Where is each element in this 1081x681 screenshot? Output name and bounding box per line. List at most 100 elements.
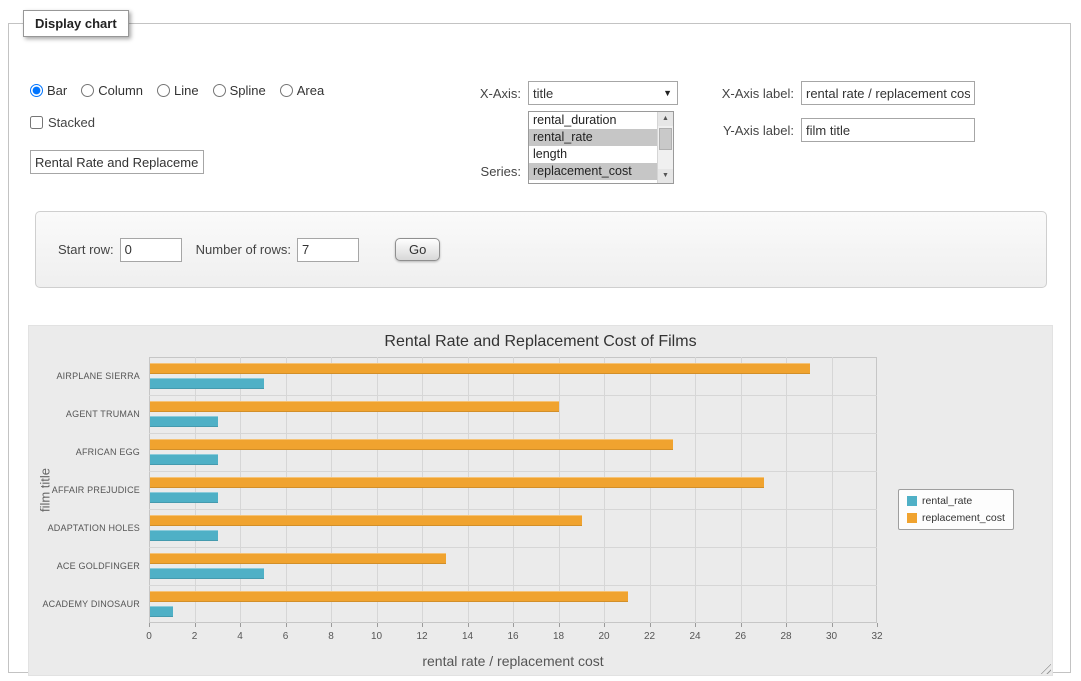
scroll-up-icon[interactable]: ▲ bbox=[658, 112, 673, 126]
bar-rental_rate[interactable] bbox=[150, 606, 173, 617]
chart-type-radio-line[interactable] bbox=[157, 84, 170, 97]
chart-type-radio-bar[interactable] bbox=[30, 84, 43, 97]
x-tick-mark bbox=[604, 623, 605, 627]
band-gridline bbox=[149, 547, 877, 548]
chart-type-option-label: Bar bbox=[47, 83, 67, 98]
y-axis-label-row: Y-Axis label: bbox=[689, 118, 975, 142]
band-gridline bbox=[149, 395, 877, 396]
x-tick-label: 10 bbox=[371, 631, 382, 642]
chart-type-option-label: Line bbox=[174, 83, 199, 98]
series-listbox[interactable]: rental_durationrental_ratelengthreplacem… bbox=[528, 111, 674, 184]
chart-type-option-area[interactable]: Area bbox=[280, 83, 324, 98]
x-tick-label: 22 bbox=[644, 631, 655, 642]
x-axis-selected-value: title bbox=[533, 86, 553, 101]
scrollbar-thumb[interactable] bbox=[659, 128, 672, 150]
chart-type-radio-column[interactable] bbox=[81, 84, 94, 97]
x-tick-label: 28 bbox=[780, 631, 791, 642]
chart-panel: Rental Rate and Replacement Cost of Film… bbox=[28, 325, 1053, 676]
legend-item-replacement_cost[interactable]: replacement_cost bbox=[907, 512, 1005, 524]
band-gridline bbox=[149, 585, 877, 586]
x-axis-label: X-Axis: bbox=[403, 86, 528, 101]
x-tick-label: 12 bbox=[416, 631, 427, 642]
bar-replacement_cost[interactable] bbox=[150, 401, 559, 412]
chart-type-option-spline[interactable]: Spline bbox=[213, 83, 266, 98]
series-option-rental_duration[interactable]: rental_duration bbox=[529, 112, 657, 129]
series-option-length[interactable]: length bbox=[529, 146, 657, 163]
legend-item-rental_rate[interactable]: rental_rate bbox=[907, 495, 1005, 507]
scrollbar-track[interactable] bbox=[658, 126, 673, 169]
bar-rental_rate[interactable] bbox=[150, 530, 218, 541]
chart-type-option-bar[interactable]: Bar bbox=[30, 83, 67, 98]
chart-type-radio-area[interactable] bbox=[280, 84, 293, 97]
stacked-label: Stacked bbox=[48, 115, 95, 130]
x-axis-label-input[interactable] bbox=[801, 81, 975, 105]
x-tick-label: 0 bbox=[146, 631, 152, 642]
category-label: AIRPLANE SIERRA bbox=[29, 371, 140, 381]
category-label: ADAPTATION HOLES bbox=[29, 523, 140, 533]
category-label: AFRICAN EGG bbox=[29, 447, 140, 457]
y-axis-label-field-label: Y-Axis label: bbox=[689, 123, 801, 138]
num-rows-input[interactable] bbox=[297, 238, 359, 262]
bar-replacement_cost[interactable] bbox=[150, 363, 810, 374]
bar-replacement_cost[interactable] bbox=[150, 477, 764, 488]
gridline bbox=[286, 357, 287, 623]
bar-replacement_cost[interactable] bbox=[150, 553, 446, 564]
gridline bbox=[604, 357, 605, 623]
x-tick-mark bbox=[149, 623, 150, 627]
x-tick-mark bbox=[559, 623, 560, 627]
gridline bbox=[468, 357, 469, 623]
chart-type-option-label: Spline bbox=[230, 83, 266, 98]
legend-label: replacement_cost bbox=[922, 512, 1005, 524]
start-row-input[interactable] bbox=[120, 238, 182, 262]
chart-type-option-line[interactable]: Line bbox=[157, 83, 199, 98]
x-tick-label: 32 bbox=[871, 631, 882, 642]
scroll-down-icon[interactable]: ▼ bbox=[658, 169, 673, 183]
chart-title-input[interactable] bbox=[30, 150, 204, 174]
category-label: AGENT TRUMAN bbox=[29, 409, 140, 419]
listbox-scrollbar[interactable]: ▲ ▼ bbox=[657, 112, 673, 183]
chart-legend[interactable]: rental_rate replacement_cost bbox=[898, 489, 1014, 530]
x-tick-label: 18 bbox=[553, 631, 564, 642]
category-label: AFFAIR PREJUDICE bbox=[29, 485, 140, 495]
chart-type-radio-spline[interactable] bbox=[213, 84, 226, 97]
x-tick-label: 16 bbox=[507, 631, 518, 642]
go-button[interactable]: Go bbox=[395, 238, 440, 261]
x-tick-mark bbox=[741, 623, 742, 627]
x-tick-mark bbox=[240, 623, 241, 627]
x-tick-label: 8 bbox=[328, 631, 334, 642]
gridline bbox=[741, 357, 742, 623]
gridline bbox=[513, 357, 514, 623]
chart-type-option-column[interactable]: Column bbox=[81, 83, 143, 98]
series-option-replacement_cost[interactable]: replacement_cost bbox=[529, 163, 657, 180]
bar-rental_rate[interactable] bbox=[150, 416, 218, 427]
bar-rental_rate[interactable] bbox=[150, 454, 218, 465]
x-axis-label-row: X-Axis label: bbox=[689, 81, 975, 105]
chart-type-radio-group: Bar Column Line Spline Area bbox=[30, 83, 324, 98]
stacked-checkbox-row[interactable]: Stacked bbox=[30, 115, 95, 130]
x-axis-select[interactable]: title ▼ bbox=[528, 81, 678, 105]
bar-rental_rate[interactable] bbox=[150, 568, 264, 579]
band-gridline bbox=[149, 471, 877, 472]
bar-replacement_cost[interactable] bbox=[150, 515, 582, 526]
x-tick-label: 2 bbox=[192, 631, 198, 642]
stacked-checkbox[interactable] bbox=[30, 116, 43, 129]
bar-replacement_cost[interactable] bbox=[150, 439, 673, 450]
gridline bbox=[832, 357, 833, 623]
start-row-label: Start row: bbox=[58, 242, 114, 257]
bar-rental_rate[interactable] bbox=[150, 492, 218, 503]
x-axis-label-field-label: X-Axis label: bbox=[689, 86, 801, 101]
resize-handle[interactable] bbox=[1038, 661, 1051, 674]
x-tick-mark bbox=[650, 623, 651, 627]
y-axis-label-input[interactable] bbox=[801, 118, 975, 142]
gridline bbox=[195, 357, 196, 623]
gridline bbox=[240, 357, 241, 623]
gridline bbox=[331, 357, 332, 623]
x-tick-mark bbox=[195, 623, 196, 627]
chart-x-axis-title: rental rate / replacement cost bbox=[422, 653, 603, 669]
bar-replacement_cost[interactable] bbox=[150, 591, 628, 602]
x-tick-label: 4 bbox=[237, 631, 243, 642]
bar-rental_rate[interactable] bbox=[150, 378, 264, 389]
x-tick-mark bbox=[468, 623, 469, 627]
gridline bbox=[559, 357, 560, 623]
series-option-rental_rate[interactable]: rental_rate bbox=[529, 129, 657, 146]
